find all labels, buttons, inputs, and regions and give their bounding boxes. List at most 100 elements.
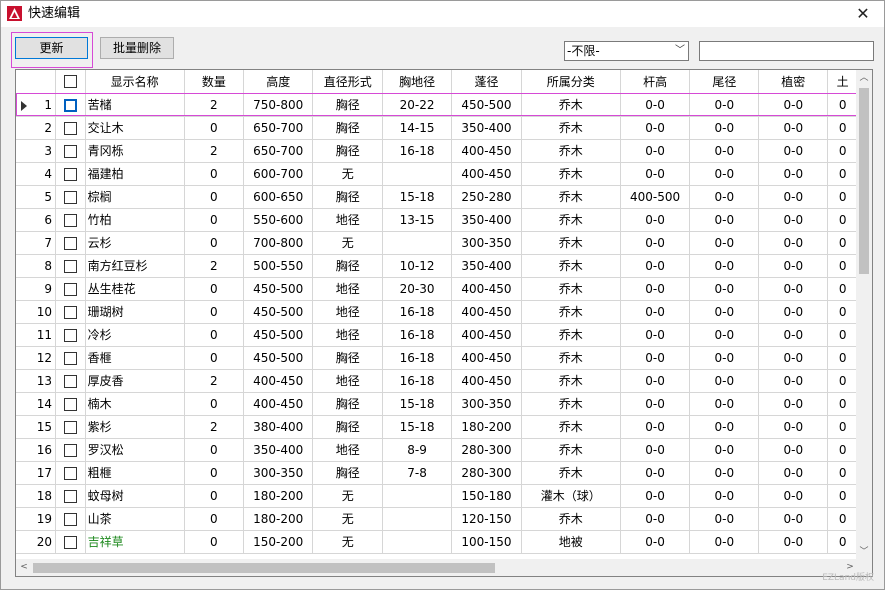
row-header[interactable]: 13 xyxy=(16,369,56,393)
row-checkbox[interactable] xyxy=(63,443,77,457)
cell-pole-height[interactable]: 0-0 xyxy=(620,116,691,140)
cell-pole-height[interactable]: 0-0 xyxy=(620,507,691,531)
table-row[interactable]: 17 粗榧 0 300-350 胸径 7-8 280-300 乔木 0-0 0-0 0-0 0 xyxy=(16,461,858,485)
cell-pole-height[interactable]: 0-0 xyxy=(620,162,691,186)
scroll-down-icon[interactable]: ﹀ xyxy=(856,544,872,560)
cell-select[interactable] xyxy=(55,254,86,278)
column-header-pole-height[interactable]: 杆高 xyxy=(620,70,691,94)
cell-category[interactable]: 乔木 xyxy=(521,254,621,278)
cell-tail-diameter[interactable]: 0-0 xyxy=(689,93,760,117)
cell-quantity[interactable]: 0 xyxy=(184,438,244,462)
cell-dbh[interactable]: 16-18 xyxy=(382,323,453,347)
row-checkbox[interactable] xyxy=(63,190,77,204)
row-checkbox[interactable] xyxy=(63,282,77,296)
cell-category[interactable]: 乔木 xyxy=(521,162,621,186)
cell-crown[interactable]: 180-200 xyxy=(451,415,522,439)
cell-name[interactable]: 云杉 xyxy=(85,231,185,255)
column-header-tail-diameter[interactable]: 尾径 xyxy=(689,70,760,94)
cell-density[interactable]: 0-0 xyxy=(758,139,829,163)
cell-select[interactable] xyxy=(55,438,86,462)
cell-crown[interactable]: 300-350 xyxy=(451,231,522,255)
cell-select[interactable] xyxy=(55,415,86,439)
cell-dbh[interactable]: 15-18 xyxy=(382,415,453,439)
cell-soil[interactable]: 0 xyxy=(827,323,858,347)
cell-height[interactable]: 400-450 xyxy=(243,392,314,416)
cell-crown[interactable]: 400-450 xyxy=(451,277,522,301)
cell-tail-diameter[interactable]: 0-0 xyxy=(689,277,760,301)
cell-quantity[interactable]: 2 xyxy=(184,139,244,163)
cell-tail-diameter[interactable]: 0-0 xyxy=(689,231,760,255)
cell-select[interactable] xyxy=(55,116,86,140)
cell-category[interactable]: 乔木 xyxy=(521,415,621,439)
row-checkbox[interactable] xyxy=(63,259,77,273)
cell-soil[interactable]: 0 xyxy=(827,208,858,232)
row-checkbox[interactable] xyxy=(63,535,77,549)
row-header[interactable]: 16 xyxy=(16,438,56,462)
cell-soil[interactable]: 0 xyxy=(827,484,858,508)
column-header-density[interactable]: 植密 xyxy=(758,70,829,94)
cell-height[interactable]: 450-500 xyxy=(243,300,314,324)
row-header[interactable]: 1 xyxy=(16,93,56,117)
cell-diameter-form[interactable]: 胸径 xyxy=(312,254,383,278)
column-header-crown[interactable]: 蓬径 xyxy=(451,70,522,94)
cell-quantity[interactable]: 0 xyxy=(184,277,244,301)
cell-quantity[interactable]: 2 xyxy=(184,93,244,117)
cell-crown[interactable]: 150-180 xyxy=(451,484,522,508)
cell-diameter-form[interactable]: 地径 xyxy=(312,323,383,347)
cell-height[interactable]: 400-450 xyxy=(243,369,314,393)
cell-diameter-form[interactable]: 无 xyxy=(312,530,383,554)
row-checkbox[interactable] xyxy=(63,489,77,503)
cell-select[interactable] xyxy=(55,461,86,485)
cell-diameter-form[interactable]: 胸径 xyxy=(312,392,383,416)
row-checkbox[interactable] xyxy=(63,328,77,342)
row-header[interactable]: 8 xyxy=(16,254,56,278)
cell-height[interactable]: 180-200 xyxy=(243,484,314,508)
cell-density[interactable]: 0-0 xyxy=(758,93,829,117)
row-header[interactable]: 18 xyxy=(16,484,56,508)
table-row[interactable]: 6 竹柏 0 550-600 地径 13-15 350-400 乔木 0-0 0-0 0-0 0 xyxy=(16,208,858,232)
cell-name[interactable]: 厚皮香 xyxy=(85,369,185,393)
cell-quantity[interactable]: 0 xyxy=(184,530,244,554)
cell-dbh[interactable]: 15-18 xyxy=(382,185,453,209)
cell-category[interactable]: 灌木（球） xyxy=(521,484,621,508)
table-row[interactable]: 11 冷杉 0 450-500 地径 16-18 400-450 乔木 0-0 0-0 0-0 0 xyxy=(16,323,858,347)
cell-density[interactable]: 0-0 xyxy=(758,300,829,324)
cell-pole-height[interactable]: 0-0 xyxy=(620,323,691,347)
row-header[interactable]: 6 xyxy=(16,208,56,232)
row-header[interactable]: 5 xyxy=(16,185,56,209)
table-row[interactable]: 13 厚皮香 2 400-450 地径 16-18 400-450 乔木 0-0 0-0 0-0 0 xyxy=(16,369,858,393)
cell-dbh[interactable] xyxy=(382,507,453,531)
cell-soil[interactable]: 0 xyxy=(827,300,858,324)
cell-quantity[interactable]: 0 xyxy=(184,507,244,531)
cell-crown[interactable]: 350-400 xyxy=(451,116,522,140)
cell-quantity[interactable]: 0 xyxy=(184,461,244,485)
cell-dbh[interactable]: 16-18 xyxy=(382,139,453,163)
cell-tail-diameter[interactable]: 0-0 xyxy=(689,323,760,347)
cell-tail-diameter[interactable]: 0-0 xyxy=(689,185,760,209)
cell-quantity[interactable]: 0 xyxy=(184,185,244,209)
cell-soil[interactable]: 0 xyxy=(827,415,858,439)
row-header[interactable]: 15 xyxy=(16,415,56,439)
cell-quantity[interactable]: 0 xyxy=(184,208,244,232)
cell-category[interactable]: 乔木 xyxy=(521,392,621,416)
horizontal-scrollbar[interactable]: < > xyxy=(16,559,858,576)
cell-tail-diameter[interactable]: 0-0 xyxy=(689,438,760,462)
cell-diameter-form[interactable]: 无 xyxy=(312,484,383,508)
row-checkbox[interactable] xyxy=(63,236,77,250)
cell-select[interactable] xyxy=(55,162,86,186)
cell-diameter-form[interactable]: 地径 xyxy=(312,300,383,324)
cell-name[interactable]: 丛生桂花 xyxy=(85,277,185,301)
cell-category[interactable]: 地被 xyxy=(521,530,621,554)
cell-soil[interactable]: 0 xyxy=(827,139,858,163)
cell-diameter-form[interactable]: 胸径 xyxy=(312,461,383,485)
scroll-up-icon[interactable]: ︿ xyxy=(856,70,872,86)
row-header[interactable]: 20 xyxy=(16,530,56,554)
row-checkbox[interactable] xyxy=(63,397,77,411)
column-header-soil[interactable]: 土 xyxy=(827,70,858,94)
row-header[interactable]: 14 xyxy=(16,392,56,416)
cell-density[interactable]: 0-0 xyxy=(758,530,829,554)
cell-dbh[interactable]: 13-15 xyxy=(382,208,453,232)
cell-crown[interactable]: 280-300 xyxy=(451,438,522,462)
scroll-left-icon[interactable]: < xyxy=(16,559,32,576)
cell-height[interactable]: 380-400 xyxy=(243,415,314,439)
